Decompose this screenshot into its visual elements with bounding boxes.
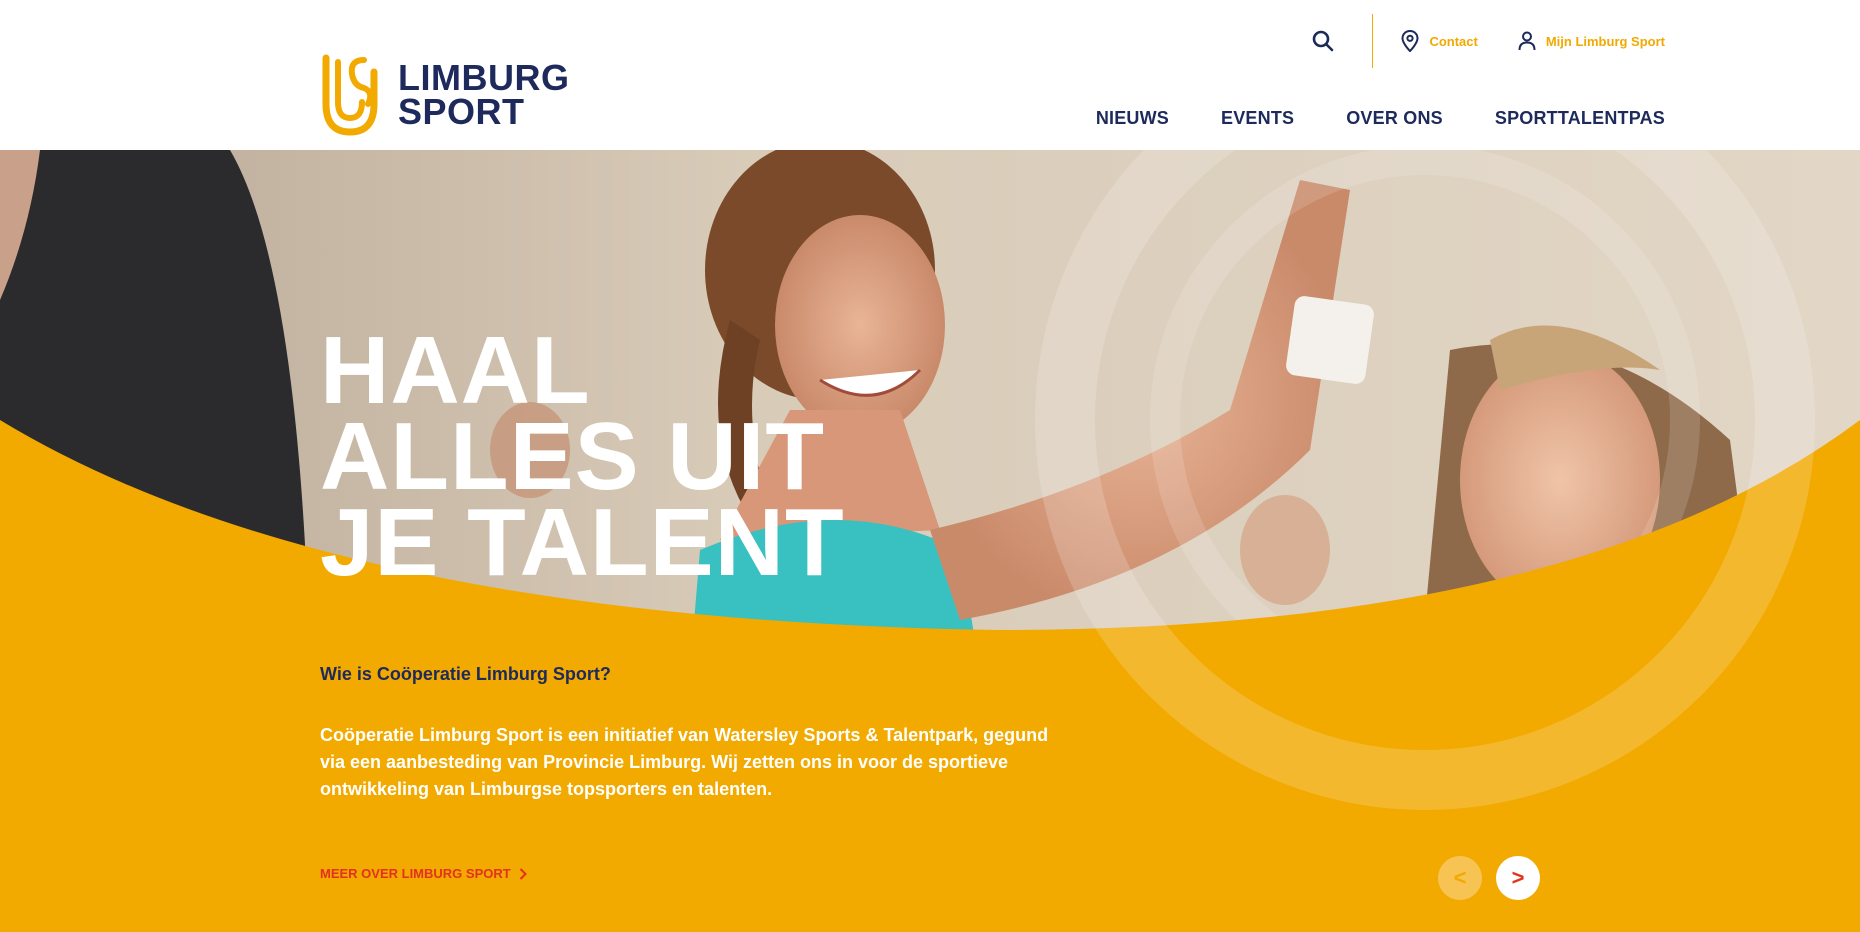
nav-item-sporttalentpas[interactable]: SPORTTALENTPAS xyxy=(1495,108,1665,129)
site-header: LIMBURG SPORT Contact Mijn Limburg Sport xyxy=(0,0,1860,150)
hero-body-text: Coöperatie Limburg Sport is een initiati… xyxy=(320,725,1049,799)
nav-item-nieuws[interactable]: NIEUWS xyxy=(1096,108,1169,129)
hero-headline: HAAL ALLES UIT JE TALENT xyxy=(320,317,845,596)
slider-next-button[interactable]: > xyxy=(1496,856,1540,900)
contact-link[interactable]: Contact xyxy=(1401,30,1478,52)
hero-wave-shape xyxy=(0,420,1860,932)
hero-subtitle: Wie is Coöperatie Limburg Sport? xyxy=(320,664,611,684)
hero-section xyxy=(0,150,1860,932)
account-label: Mijn Limburg Sport xyxy=(1545,33,1665,49)
account-link[interactable]: Mijn Limburg Sport xyxy=(1518,31,1665,51)
logo[interactable]: LIMBURG SPORT xyxy=(320,52,569,138)
chevron-right-icon xyxy=(519,867,527,880)
user-icon xyxy=(1518,31,1536,51)
headline-line-1: HAAL xyxy=(320,317,591,424)
more-about-label: MEER OVER LIMBURG SPORT xyxy=(320,866,511,881)
search-icon xyxy=(1313,30,1334,52)
headline-line-2: ALLES UIT xyxy=(320,403,825,510)
main-navigation: NIEUWS EVENTS OVER ONS SPORTTALENTPAS xyxy=(1096,108,1665,129)
location-pin-icon xyxy=(1401,30,1419,52)
logo-line-2: SPORT xyxy=(398,91,525,132)
slider-controls: < > xyxy=(1438,856,1540,900)
logo-line-1: LIMBURG xyxy=(398,57,570,98)
more-about-link[interactable]: MEER OVER LIMBURG SPORT xyxy=(320,866,527,881)
logo-mark-icon xyxy=(322,54,378,136)
logo-wordmark: LIMBURG SPORT xyxy=(398,57,570,132)
utility-bar: Contact Mijn Limburg Sport xyxy=(1308,14,1665,68)
search-button[interactable] xyxy=(1308,26,1338,56)
utility-divider xyxy=(1372,14,1374,68)
contact-label: Contact xyxy=(1429,33,1478,49)
slider-prev-button[interactable]: < xyxy=(1438,856,1482,900)
nav-item-events[interactable]: EVENTS xyxy=(1221,108,1294,129)
headline-line-3: JE TALENT xyxy=(320,489,845,596)
nav-item-over-ons[interactable]: OVER ONS xyxy=(1346,108,1443,129)
